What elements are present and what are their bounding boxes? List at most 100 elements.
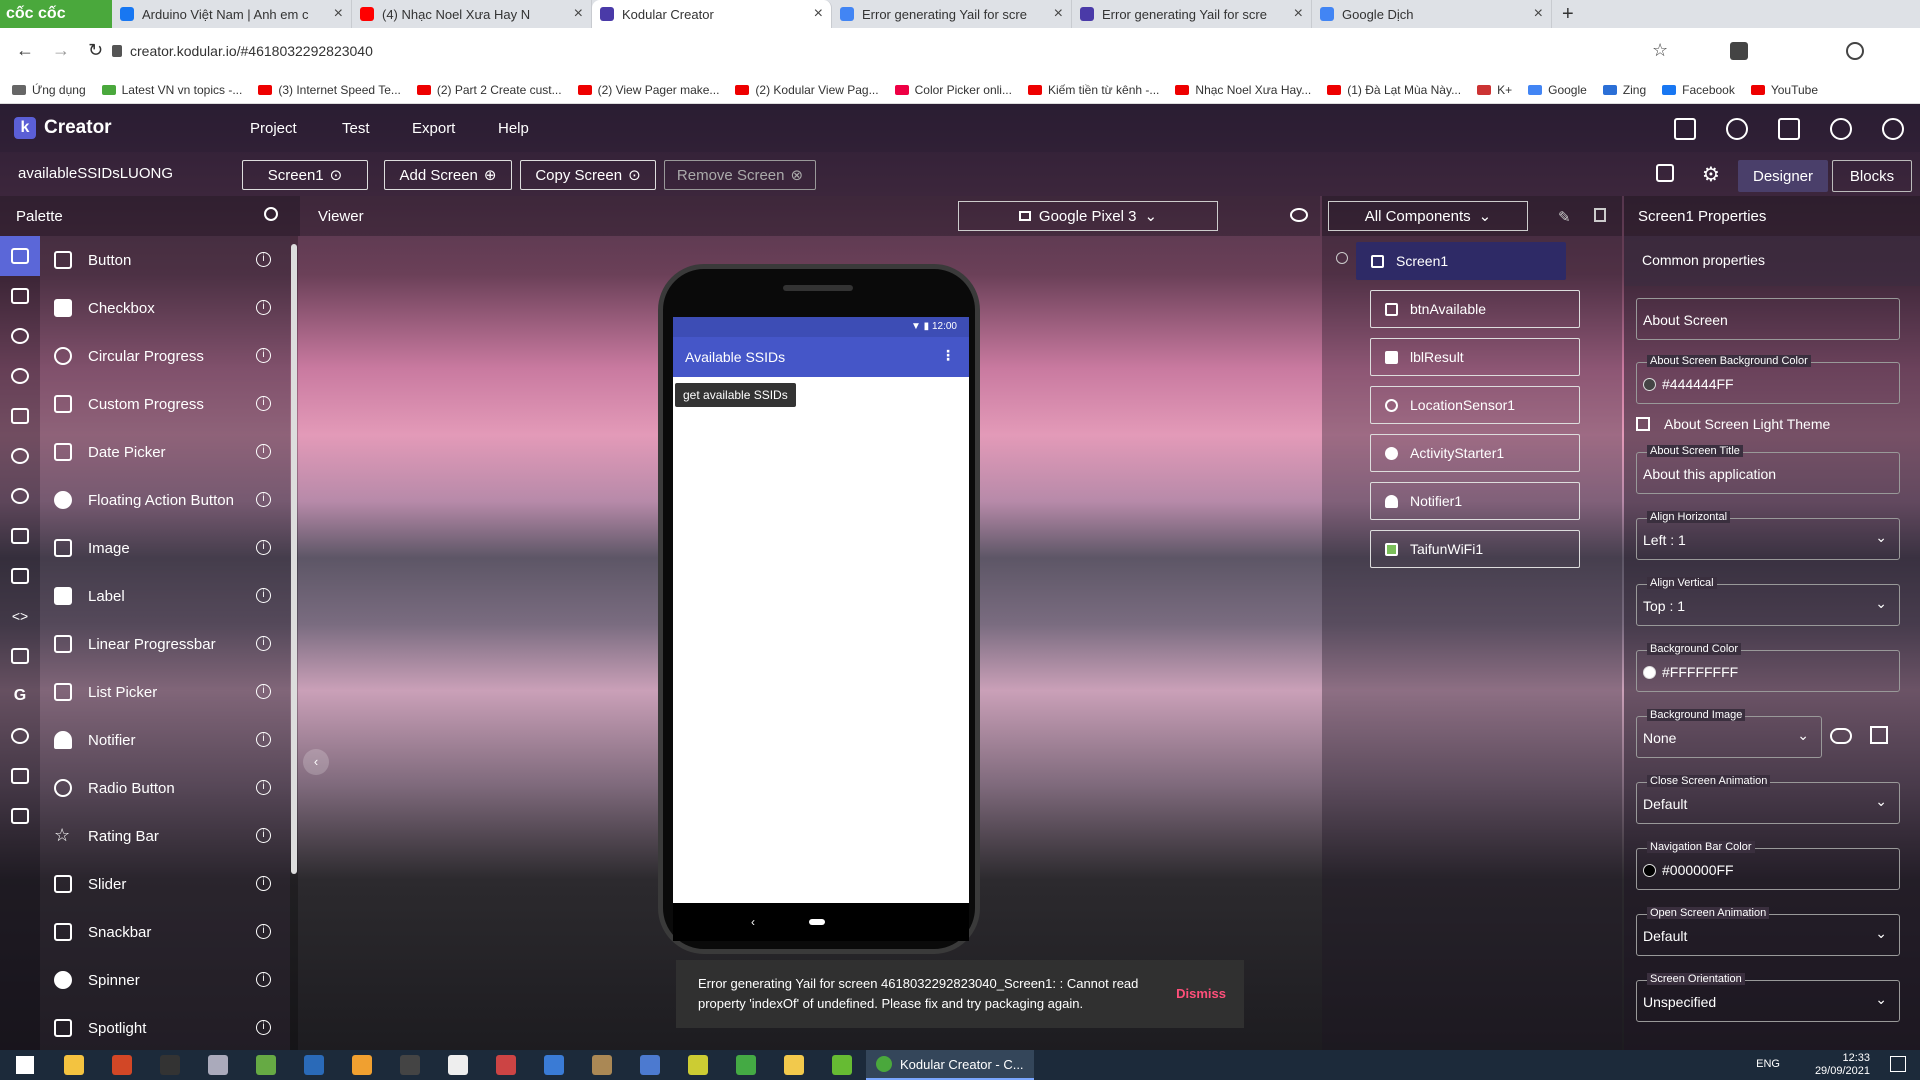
new-tab-button[interactable]: + (1552, 3, 1584, 26)
app-icon[interactable] (112, 1055, 132, 1075)
palette-item-slider[interactable]: Slider i (40, 860, 290, 908)
close-icon[interactable]: × (1294, 5, 1303, 23)
light-theme-checkbox[interactable]: About Screen Light Theme (1636, 412, 1900, 436)
category-user-interface[interactable] (0, 236, 40, 276)
upload-cloud-icon[interactable] (1830, 728, 1852, 744)
bookmark-item[interactable]: Kiếm tiền từ kênh -... (1027, 83, 1159, 97)
palette-item-spotlight[interactable]: Spotlight i (40, 1004, 290, 1050)
forward-icon[interactable]: → (52, 40, 70, 61)
category-extensions[interactable] (0, 796, 40, 836)
close-icon[interactable]: × (814, 5, 823, 23)
close-icon[interactable]: × (1054, 5, 1063, 23)
palette-icon[interactable] (1726, 118, 1748, 140)
close-icon[interactable]: × (574, 5, 583, 23)
dismiss-button[interactable]: Dismiss (1176, 984, 1226, 1004)
component-screen1[interactable]: Screen1 (1356, 242, 1566, 280)
info-icon[interactable]: i (256, 684, 271, 699)
bookmark-item[interactable]: (2) Part 2 Create cust... (416, 83, 562, 97)
category-drawing[interactable] (0, 356, 40, 396)
components-filter-select[interactable]: All Components ⌄ (1328, 201, 1528, 231)
palette-item-linear-progressbar[interactable]: Linear Progressbar i (40, 620, 290, 668)
add-screen-button[interactable]: Add Screen ⊕ (384, 160, 512, 190)
app-icon[interactable] (256, 1055, 276, 1075)
bookmark-item[interactable]: Color Picker onli... (894, 83, 1012, 97)
info-icon[interactable]: i (256, 780, 271, 795)
language-indicator[interactable]: ENG (1756, 1058, 1780, 1070)
bookmark-item[interactable]: Latest VN vn topics -... (101, 83, 242, 97)
menu-test[interactable]: Test (342, 120, 370, 137)
info-icon[interactable]: i (256, 732, 271, 747)
palette-item-custom-progress[interactable]: Custom Progress i (40, 380, 290, 428)
gear-icon[interactable]: ⚙ (1702, 162, 1720, 187)
bookmark-item[interactable]: (2) Kodular View Pag... (735, 83, 879, 97)
reload-icon[interactable]: ↻ (88, 40, 103, 61)
palette-item-date-picker[interactable]: Date Picker i (40, 428, 290, 476)
menu-project[interactable]: Project (250, 120, 297, 137)
browser-tab-active[interactable]: Kodular Creator × (592, 0, 832, 28)
category-media[interactable] (0, 316, 40, 356)
info-icon[interactable]: i (256, 876, 271, 891)
info-icon[interactable]: i (256, 540, 271, 555)
palette-item-image[interactable]: Image i (40, 524, 290, 572)
windows-start-icon[interactable] (16, 1056, 34, 1074)
file-explorer-icon[interactable] (64, 1055, 84, 1075)
component-activitystarter1[interactable]: ActivityStarter1 (1370, 434, 1580, 472)
creator-logo[interactable]: k Creator (14, 117, 112, 139)
category-sensors[interactable] (0, 436, 40, 476)
taskbar-clock[interactable]: 12:33 29/09/2021 (1815, 1052, 1870, 1078)
palette-item-spinner[interactable]: Spinner i (40, 956, 290, 1004)
chevron-left-icon[interactable]: ‹ (303, 749, 329, 775)
app-icon[interactable] (544, 1055, 564, 1075)
category-google[interactable]: G (0, 676, 40, 716)
designer-tab[interactable]: Designer (1738, 160, 1828, 192)
remove-screen-button[interactable]: Remove Screen ⊗ (664, 160, 816, 190)
app-icon[interactable] (496, 1055, 516, 1075)
gallery-icon[interactable] (1656, 164, 1674, 182)
app-icon[interactable] (208, 1055, 228, 1075)
browser-tab[interactable]: Error generating Yail for scre × (832, 0, 1072, 28)
bookmark-item[interactable]: K+ (1477, 83, 1512, 97)
category-monetization[interactable] (0, 716, 40, 756)
blocks-tab[interactable]: Blocks (1832, 160, 1912, 192)
app-icon[interactable] (592, 1055, 612, 1075)
info-icon[interactable]: i (256, 828, 271, 843)
browser-tab[interactable]: Error generating Yail for scre × (1072, 0, 1312, 28)
category-connectivity[interactable]: <> (0, 596, 40, 636)
bookmark-item[interactable]: Ứng dụng (12, 83, 86, 97)
info-icon[interactable]: i (256, 396, 271, 411)
category-feed[interactable] (0, 636, 40, 676)
palette-item-fab[interactable]: Floating Action Button i (40, 476, 290, 524)
category-maps[interactable] (0, 396, 40, 436)
app-icon[interactable] (736, 1055, 756, 1075)
bookmark-item[interactable]: Zing (1602, 83, 1646, 97)
bookmark-item[interactable]: (1) Đà Lạt Mùa Này... (1327, 83, 1461, 97)
app-icon[interactable] (160, 1055, 180, 1075)
about-screen-field[interactable]: About Screen (1636, 298, 1900, 340)
app-icon[interactable] (352, 1055, 372, 1075)
edit-icon[interactable]: ✎ (1558, 208, 1571, 226)
bookmark-item[interactable]: Google (1528, 83, 1587, 97)
copy-screen-button[interactable]: Copy Screen ⊙ (520, 160, 656, 190)
component-notifier1[interactable]: Notifier1 (1370, 482, 1580, 520)
search-icon[interactable] (264, 207, 278, 221)
docs-icon[interactable] (1778, 118, 1800, 140)
category-storage[interactable] (0, 516, 40, 556)
info-icon[interactable]: i (256, 444, 271, 459)
app-icon[interactable] (400, 1055, 420, 1075)
info-icon[interactable]: i (256, 1020, 271, 1035)
close-screen-animation-select[interactable]: Close Screen Animation Default ⌄ (1636, 775, 1900, 824)
bookmark-item[interactable]: Facebook (1662, 83, 1735, 97)
notification-icon[interactable] (1890, 1056, 1906, 1072)
close-icon[interactable]: × (334, 5, 343, 23)
info-icon[interactable]: i (256, 252, 271, 267)
category-layout[interactable] (0, 276, 40, 316)
palette-item-list-picker[interactable]: List Picker i (40, 668, 290, 716)
bookmark-item[interactable]: (3) Internet Speed Te... (258, 83, 401, 97)
star-icon[interactable]: ☆ (1652, 40, 1668, 61)
info-icon[interactable]: i (256, 348, 271, 363)
device-select[interactable]: Google Pixel 3 ⌄ (958, 201, 1218, 231)
category-utilities[interactable] (0, 556, 40, 596)
app-icon[interactable] (448, 1055, 468, 1075)
palette-item-notifier[interactable]: Notifier i (40, 716, 290, 764)
app-icon[interactable] (304, 1055, 324, 1075)
